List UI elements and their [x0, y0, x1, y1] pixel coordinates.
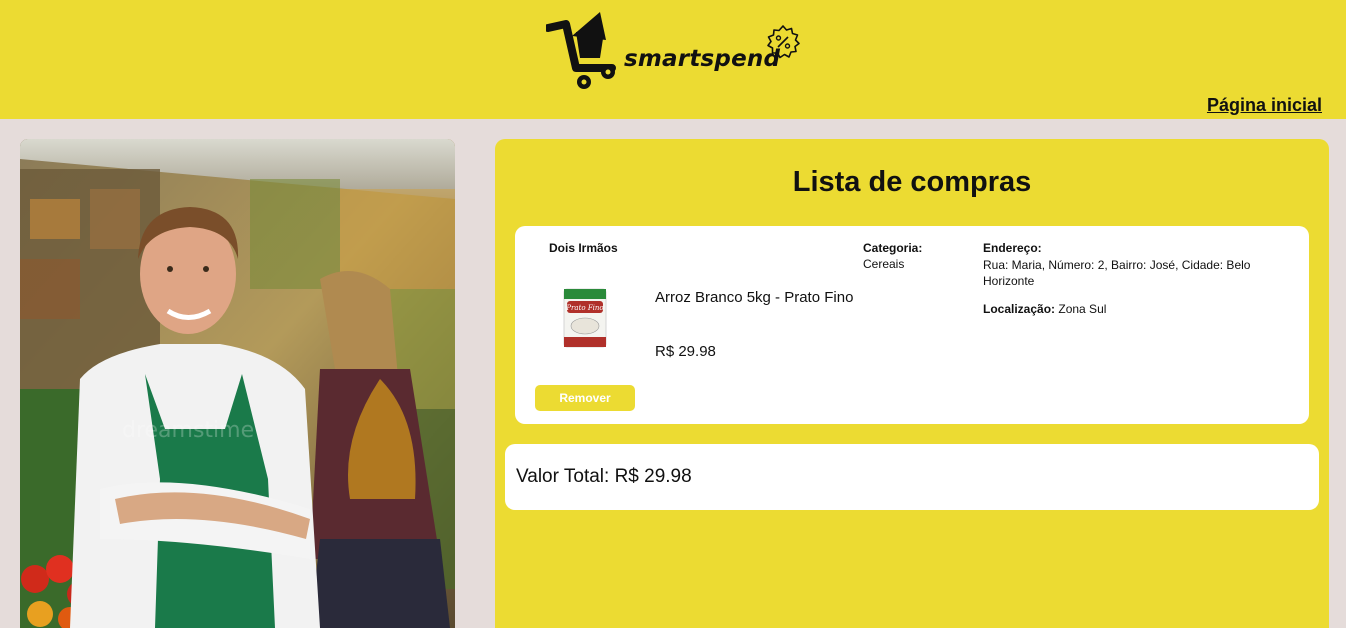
location-label: Localização: [983, 302, 1056, 316]
total-box: Valor Total: R$ 29.98 [505, 444, 1319, 510]
product-name: Arroz Branco 5kg - Prato Fino [655, 289, 854, 306]
site-header: smartspend Página inicial [0, 0, 1346, 119]
shopping-list-panel: Lista de compras Dois Irmãos Prato Fino … [495, 139, 1329, 628]
package-brand: Prato Fino [565, 304, 603, 312]
remove-button[interactable]: Remover [535, 385, 635, 411]
address-value: Rua: Maria, Número: 2, Bairro: José, Cid… [983, 258, 1251, 288]
product-image: Prato Fino [563, 288, 607, 348]
location-value: Zona Sul [1058, 302, 1107, 316]
location-line: Localização: Zona Sul [983, 302, 1106, 316]
supermarket-clerk-image: dreamstime [20, 139, 455, 628]
cart-item-card: Dois Irmãos Prato Fino Arroz Branco 5kg … [515, 226, 1309, 424]
percent-badge-icon [767, 25, 800, 59]
product-price: R$ 29.98 [655, 343, 716, 360]
address-label: Endereço: [983, 241, 1042, 255]
total-value: Valor Total: R$ 29.98 [516, 466, 692, 487]
store-name: Dois Irmãos [549, 241, 618, 255]
hero-photo: dreamstime [20, 139, 455, 628]
page-title: Lista de compras [792, 166, 1032, 198]
brand-name: smartspend [624, 46, 781, 72]
photo-watermark: dreamstime [122, 418, 254, 443]
brand-logo[interactable]: smartspend [546, 6, 806, 96]
category-value: Cereais [863, 257, 905, 271]
nav-home-link[interactable]: Página inicial [1207, 95, 1322, 116]
category-label: Categoria: [863, 241, 923, 255]
shopping-cart-logo-icon [546, 12, 616, 89]
